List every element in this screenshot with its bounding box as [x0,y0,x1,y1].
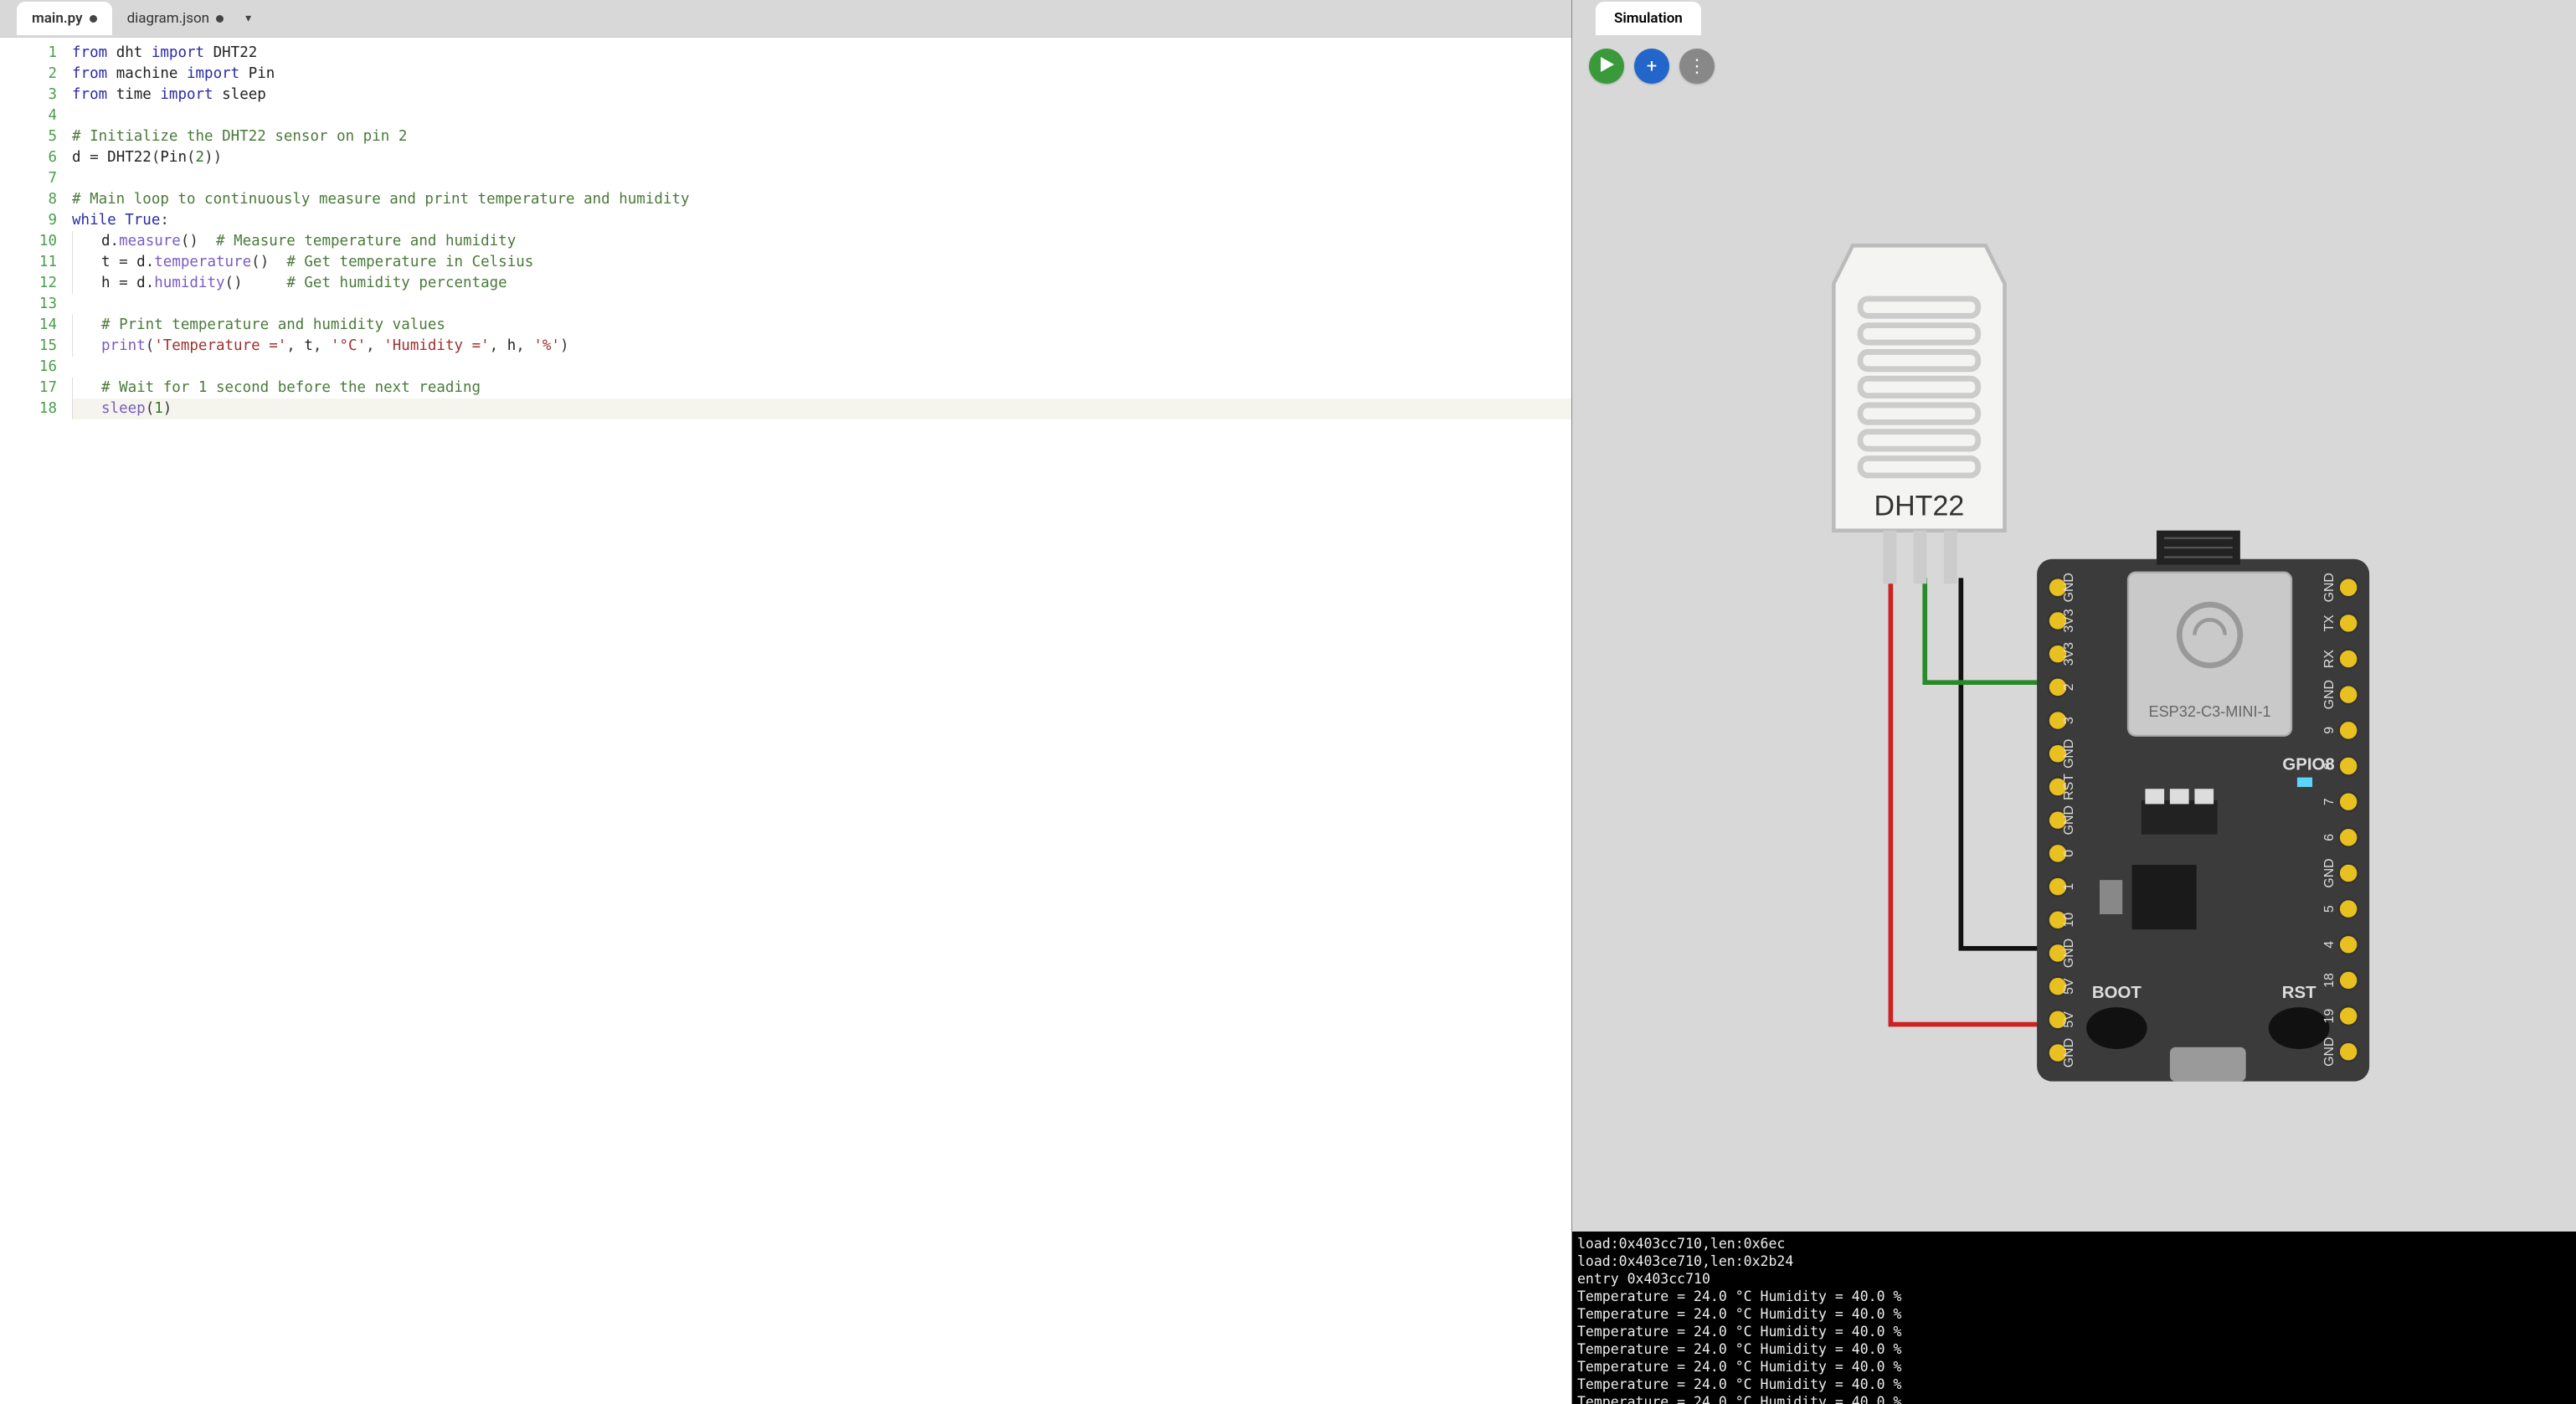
svg-text:3: 3 [2062,717,2076,724]
line-gutter: 123456789101112131415161718 [0,38,72,1404]
svg-text:7: 7 [2322,798,2337,805]
svg-text:0: 0 [2062,850,2076,857]
play-button[interactable] [1589,49,1624,84]
add-component-button[interactable]: + [1634,49,1669,84]
more-menu-button[interactable]: ⋮ [1679,49,1715,84]
plus-icon: + [1647,56,1657,77]
tab-label: diagram.json [127,10,210,27]
component-dht22[interactable]: DHT22 [1833,245,2004,584]
sim-body: + ⋮ [1572,37,2576,1404]
svg-text:1: 1 [2062,883,2076,891]
kebab-icon: ⋮ [1688,56,1706,77]
code-editor[interactable]: 123456789101112131415161718 from dht imp… [0,37,1571,1404]
play-icon [1601,56,1614,77]
tab-label: main.py [32,10,83,27]
tab-main-py[interactable]: main.py [17,2,112,35]
serial-console[interactable]: load:0x403cc710,len:0x6ecload:0x403ce710… [1572,1232,2576,1404]
svg-text:GND: GND [2322,1037,2337,1067]
svg-text:GND: GND [2062,939,2076,968]
chip-label: ESP32-C3-MINI-1 [2148,703,2270,720]
simulation-pane: Simulation + ⋮ [1571,0,2576,1404]
svg-text:9: 9 [2322,727,2337,734]
svg-text:5: 5 [2322,905,2337,913]
svg-text:TX: TX [2322,615,2337,632]
svg-text:2: 2 [2062,683,2076,691]
svg-text:4: 4 [2322,941,2337,949]
svg-text:8: 8 [2322,762,2337,769]
svg-text:18: 18 [2322,973,2337,988]
sim-canvas[interactable]: + ⋮ [1572,37,2576,1232]
svg-text:GND: GND [2062,573,2076,602]
modified-dot-icon [216,15,224,23]
boot-label: BOOT [2092,984,2142,1002]
rst-label: RST [2282,984,2316,1002]
sim-tab-label: Simulation [1614,10,1683,27]
sim-tabs: Simulation [1572,0,2576,37]
app-root: main.py diagram.json ▾ 12345678910111213… [0,0,2576,1404]
svg-text:5V: 5V [2062,1011,2076,1028]
tab-diagram-json[interactable]: diagram.json [112,2,239,35]
svg-text:3V3: 3V3 [2062,642,2076,666]
dht22-label: DHT22 [1874,491,1965,522]
wire-vcc[interactable] [1890,578,2058,1024]
component-esp32-board[interactable]: ESP32-C3-MINI-1 GPIO8 [2037,531,2369,1082]
svg-text:GND: GND [2062,1038,2076,1067]
svg-text:GND: GND [2322,858,2337,887]
svg-text:6: 6 [2322,834,2337,841]
tabs-overflow-button[interactable]: ▾ [239,5,258,32]
editor-tabs: main.py diagram.json ▾ [0,0,1571,37]
svg-text:GND: GND [2322,573,2337,602]
sim-toolbar: + ⋮ [1589,49,1715,84]
svg-text:RX: RX [2322,650,2337,668]
svg-text:5V: 5V [2062,978,2076,995]
svg-text:RST: RST [2062,774,2076,800]
svg-text:GND: GND [2322,680,2337,709]
code-content[interactable]: from dht import DHT22from machine import… [72,38,1571,1404]
tab-simulation[interactable]: Simulation [1596,2,1701,35]
modified-dot-icon [90,15,97,23]
svg-text:GND: GND [2062,739,2076,769]
svg-text:10: 10 [2062,913,2076,928]
svg-text:GND: GND [2062,805,2076,835]
svg-text:19: 19 [2322,1009,2337,1024]
editor-pane: main.py diagram.json ▾ 12345678910111213… [0,0,1571,1404]
svg-text:3V3: 3V3 [2062,609,2076,632]
circuit-diagram[interactable]: DHT22 [1648,104,2559,1223]
